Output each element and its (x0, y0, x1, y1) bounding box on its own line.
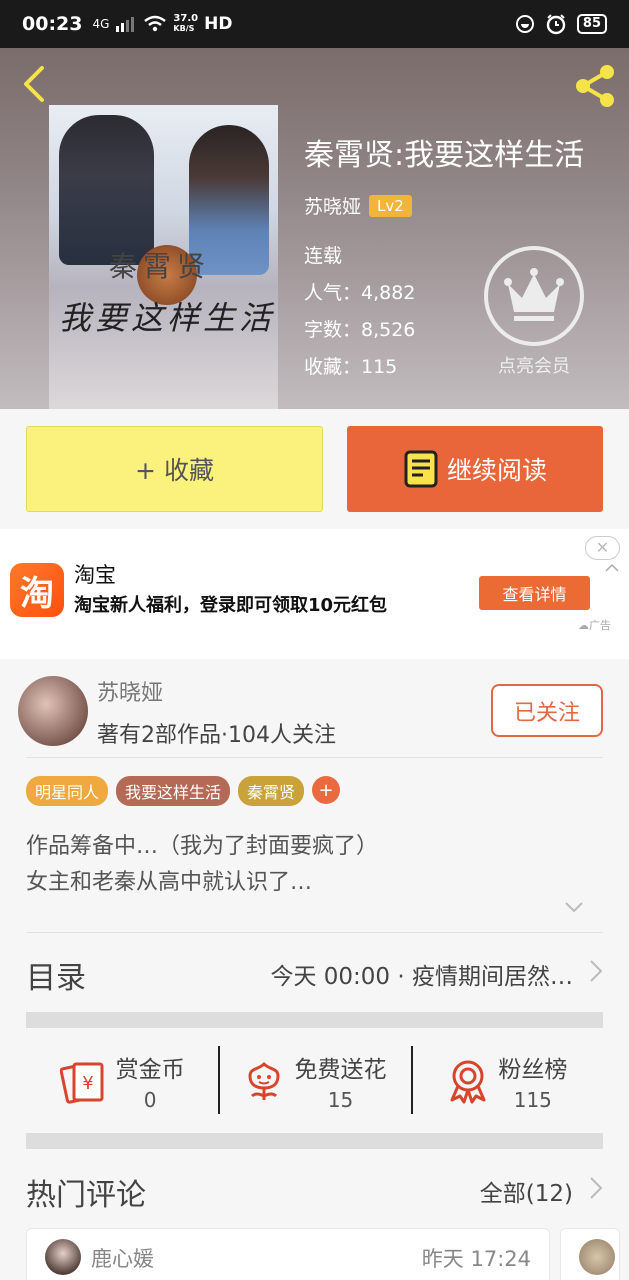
crown-icon (484, 246, 584, 346)
chevron-right-icon[interactable] (589, 1176, 603, 1200)
intro-line: 作品筹备中…（我为了封面要疯了） (26, 834, 379, 859)
reward-fans[interactable]: 粉丝榜 115 (410, 1028, 603, 1133)
cover-title-line-1: 秦霄贤 (109, 250, 212, 283)
author-avatar[interactable] (18, 676, 88, 746)
network-indicators: 4G 37.0 KB/S HD (92, 13, 233, 35)
ad-close-button[interactable]: ✕ (585, 536, 620, 560)
reward-label: 粉丝榜 (498, 1056, 568, 1083)
comments-header: 热门评论 全部(12) (26, 1170, 603, 1213)
book-info: 连载 人气：4,882 字数：8,526 收藏：115 (304, 238, 415, 386)
continue-reading-label: 继续阅读 (446, 456, 547, 485)
latest-chapter: 今天 00:00 · 疫情期间居然… (270, 964, 573, 990)
commenter-name: 鹿心媛 (91, 1247, 154, 1271)
member-label: 点亮会员 (498, 356, 570, 377)
ad-banner[interactable]: 淘 淘宝 淘宝新人福利，登录即可领取10元红包 查看详情 ✕ ☁广告 (0, 529, 629, 659)
cloud-icon: ☁ (578, 619, 589, 632)
book-cover[interactable]: 秦霄贤 我要这样生活 (49, 105, 278, 409)
tag-item[interactable]: 我要这样生活 (116, 776, 231, 806)
book-favorites: 收藏：115 (304, 356, 398, 378)
author-row: 苏晓娅 Lv2 (304, 192, 412, 219)
reward-label: 赏金币 (115, 1056, 185, 1083)
author-name[interactable]: 苏晓娅 (304, 192, 361, 219)
favorite-button[interactable]: + 收藏 (26, 426, 323, 512)
reward-value: 115 (513, 1087, 552, 1112)
author-card: 苏晓娅 著有2部作品·104人关注 已关注 明星同人 我要这样生活 秦霄贤 + … (0, 659, 629, 939)
ad-label: ☁广告 (578, 619, 611, 632)
chevron-right-icon (590, 960, 603, 982)
network-type: 4G (92, 17, 110, 31)
divider (26, 757, 603, 758)
action-bar: + 收藏 继续阅读 (0, 409, 629, 529)
catalog-row[interactable]: 目录 今天 00:00 · 疫情期间居然… (26, 932, 603, 1012)
battery-indicator: 85 (576, 14, 607, 34)
comment-time: 昨天 17:24 (421, 1247, 531, 1271)
taobao-logo-icon: 淘 (10, 563, 64, 617)
book-status: 连载 (304, 245, 343, 267)
commenter-avatar[interactable] (45, 1239, 81, 1275)
tag-item[interactable]: 秦霄贤 (238, 776, 305, 806)
ad-details-button[interactable]: 查看详情 (479, 576, 590, 610)
svg-text:¥: ¥ (82, 1073, 93, 1094)
chevron-up-icon[interactable] (604, 563, 620, 573)
flower-icon (248, 1061, 280, 1100)
status-bar: 00:23 4G 37.0 KB/S HD 85 (0, 0, 629, 48)
back-arrow-icon[interactable] (16, 64, 56, 104)
status-time: 00:23 (22, 13, 83, 35)
reward-value: 15 (327, 1087, 354, 1112)
catalog-label: 目录 (26, 961, 86, 996)
all-comments-link[interactable]: 全部(12) (480, 1174, 573, 1208)
alarm-icon (546, 14, 566, 35)
commenter-avatar[interactable] (579, 1239, 615, 1275)
level-badge: Lv2 (369, 194, 412, 217)
tag-list: 明星同人 我要这样生活 秦霄贤 + (26, 776, 341, 806)
share-icon[interactable] (571, 62, 619, 110)
book-title: 秦霄贤:我要这样生活 (304, 138, 585, 173)
comments-title: 热门评论 (26, 1178, 146, 1213)
book-intro[interactable]: 作品筹备中…（我为了封面要疯了） 女主和老秦从高中就认识了… (26, 829, 378, 901)
book-icon (404, 450, 438, 488)
network-speed: 37.0 KB/S (173, 13, 199, 34)
reward-flowers[interactable]: 免费送花 15 (218, 1028, 410, 1133)
author-card-name[interactable]: 苏晓娅 (97, 675, 163, 707)
book-word-count: 字数：8,526 (304, 319, 416, 341)
ad-description: 淘宝新人福利，登录即可领取10元红包 (74, 595, 388, 616)
medal-icon (450, 1060, 486, 1103)
continue-reading-button[interactable]: 继续阅读 (347, 426, 603, 512)
cover-figure-male (59, 115, 154, 265)
hd-indicator: HD (204, 14, 233, 34)
section-separator (26, 1133, 603, 1149)
book-header: 秦霄贤 我要这样生活 秦霄贤:我要这样生活 苏晓娅 Lv2 连载 人气：4,88… (0, 48, 629, 409)
add-tag-button[interactable]: + (312, 776, 341, 804)
chevron-down-icon[interactable] (564, 901, 584, 913)
reward-label: 免费送花 (294, 1056, 387, 1083)
book-popularity: 人气：4,882 (304, 282, 416, 304)
member-badge[interactable]: 点亮会员 (482, 246, 586, 378)
intro-line: 女主和老秦从高中就认识了… (26, 870, 313, 895)
follow-button[interactable]: 已关注 (491, 684, 603, 737)
tag-item[interactable]: 明星同人 (26, 776, 109, 806)
reward-coins[interactable]: ¥ 赏金币 0 (26, 1028, 218, 1133)
section-separator (26, 1012, 603, 1028)
ad-title: 淘宝 (74, 563, 116, 587)
comment-card[interactable]: 鹿心媛 昨天 17:24 (26, 1228, 550, 1280)
wifi-icon (144, 15, 167, 32)
coin-envelope-icon: ¥ (59, 1061, 104, 1104)
reward-value: 0 (143, 1087, 157, 1112)
status-right: 85 (515, 13, 607, 35)
signal-icon (116, 17, 135, 32)
author-stats: 著有2部作品·104人关注 (97, 723, 336, 748)
comment-card[interactable] (560, 1228, 620, 1280)
rewards-bar: ¥ 赏金币 0 免费送花 15 粉丝榜 115 (26, 1028, 603, 1133)
cover-title-line-2: 我要这样生活 (59, 299, 276, 337)
do-not-disturb-icon (515, 15, 534, 33)
